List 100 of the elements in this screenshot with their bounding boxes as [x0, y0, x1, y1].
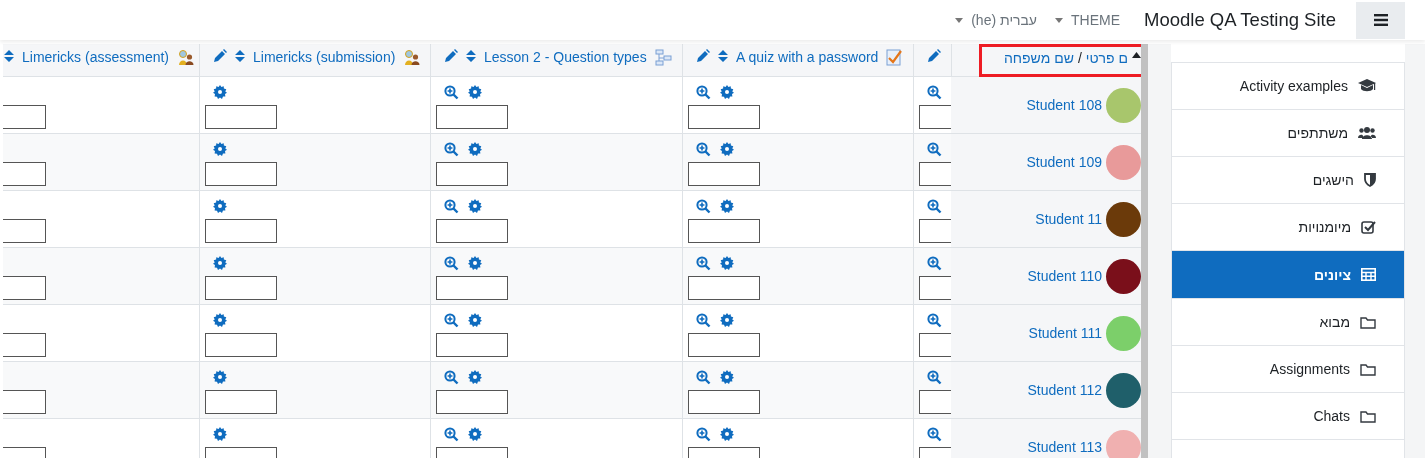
grade-input[interactable]: [205, 219, 277, 243]
settings-icon[interactable]: [213, 256, 227, 270]
sidebar-item[interactable]: Activity examples: [1172, 63, 1404, 110]
grade-input[interactable]: [205, 333, 277, 357]
zoom-in-icon[interactable]: [444, 370, 459, 385]
zoom-in-icon[interactable]: [927, 85, 942, 100]
zoom-in-icon[interactable]: [444, 142, 459, 157]
settings-icon[interactable]: [468, 142, 482, 156]
sort-icon[interactable]: [718, 49, 728, 63]
sidebar-item[interactable]: מבוא: [1172, 299, 1404, 346]
pencil-icon[interactable]: [444, 49, 458, 63]
zoom-in-icon[interactable]: [927, 313, 942, 328]
settings-icon[interactable]: [468, 256, 482, 270]
theme-menu[interactable]: THEME: [1071, 12, 1121, 28]
avatar-circle[interactable]: [1106, 201, 1141, 237]
zoom-in-icon[interactable]: [696, 142, 711, 157]
settings-icon[interactable]: [720, 199, 734, 213]
zoom-in-icon[interactable]: [927, 142, 942, 157]
first-name-sort-link[interactable]: ם פרטי: [1085, 50, 1128, 66]
settings-icon[interactable]: [213, 85, 227, 99]
zoom-in-icon[interactable]: [927, 199, 942, 214]
student-name-link[interactable]: Student 111: [1028, 325, 1102, 341]
grade-input[interactable]: [205, 276, 277, 300]
avatar-circle[interactable]: [1106, 258, 1141, 294]
settings-icon[interactable]: [468, 427, 482, 441]
avatar-circle[interactable]: [1106, 372, 1141, 408]
zoom-in-icon[interactable]: [696, 370, 711, 385]
people-icon: [403, 49, 422, 66]
zoom-in-icon[interactable]: [444, 199, 459, 214]
zoom-in-icon[interactable]: [696, 256, 711, 271]
settings-icon[interactable]: [213, 313, 227, 327]
grade-input[interactable]: [205, 162, 277, 186]
zoom-in-icon[interactable]: [696, 313, 711, 328]
sort-icon[interactable]: [466, 49, 476, 63]
settings-icon[interactable]: [468, 199, 482, 213]
sort-icon[interactable]: [4, 49, 14, 63]
grade-input[interactable]: [688, 333, 760, 357]
grade-input[interactable]: [688, 162, 760, 186]
sidebar-item[interactable]: ציונים: [1172, 251, 1404, 299]
zoom-in-icon[interactable]: [444, 85, 459, 100]
caret-icon[interactable]: [955, 17, 964, 23]
sidebar-item[interactable]: Assignments: [1172, 346, 1404, 393]
zoom-in-icon[interactable]: [444, 427, 459, 442]
caret-icon[interactable]: [1055, 17, 1064, 23]
zoom-in-icon[interactable]: [444, 256, 459, 271]
language-menu[interactable]: עברית (he): [971, 12, 1038, 28]
grade-input[interactable]: [688, 276, 760, 300]
settings-icon[interactable]: [720, 313, 734, 327]
graduation-cap-icon: [1358, 79, 1376, 93]
settings-icon[interactable]: [468, 370, 482, 384]
sidebar-item[interactable]: Chats: [1172, 393, 1404, 440]
site-title[interactable]: Moodle QA Testing Site: [1144, 9, 1336, 31]
grade-input[interactable]: [688, 390, 760, 414]
zoom-in-icon[interactable]: [444, 313, 459, 328]
zoom-in-icon[interactable]: [927, 370, 942, 385]
sort-icon[interactable]: [235, 49, 245, 63]
zoom-in-icon[interactable]: [927, 427, 942, 442]
pencil-icon[interactable]: [213, 49, 227, 63]
settings-icon[interactable]: [213, 142, 227, 156]
settings-icon[interactable]: [720, 370, 734, 384]
settings-icon[interactable]: [720, 142, 734, 156]
pencil-icon[interactable]: [927, 49, 941, 63]
sidebar-item[interactable]: הישגים: [1172, 157, 1404, 204]
settings-icon[interactable]: [720, 256, 734, 270]
grade-input[interactable]: [436, 162, 508, 186]
sidebar-item[interactable]: משתתפים: [1172, 110, 1404, 157]
grade-input[interactable]: [688, 105, 760, 129]
zoom-in-icon[interactable]: [696, 85, 711, 100]
settings-icon[interactable]: [468, 313, 482, 327]
separator-text: /: [1077, 50, 1082, 66]
settings-icon[interactable]: [720, 85, 734, 99]
users-icon: [1358, 126, 1376, 140]
lesson-icon: [654, 49, 672, 66]
settings-icon[interactable]: [720, 427, 734, 441]
student-name-link[interactable]: Student 11: [1035, 211, 1102, 227]
last-name-sort-link[interactable]: שם משפחה: [1004, 50, 1074, 66]
grade-input[interactable]: [436, 105, 508, 129]
grade-input[interactable]: [436, 333, 508, 357]
grade-input[interactable]: [688, 219, 760, 243]
zoom-in-icon[interactable]: [696, 199, 711, 214]
grade-input[interactable]: [436, 276, 508, 300]
grade-input[interactable]: [436, 390, 508, 414]
settings-icon[interactable]: [213, 199, 227, 213]
student-name-link[interactable]: Student 109: [1026, 154, 1102, 170]
grade-input[interactable]: [436, 219, 508, 243]
student-name-link[interactable]: Student 108: [1026, 97, 1102, 113]
menu-button[interactable]: [1356, 1, 1405, 39]
settings-icon[interactable]: [213, 427, 227, 441]
grade-input[interactable]: [205, 105, 277, 129]
pencil-icon[interactable]: [696, 49, 710, 63]
student-name-link[interactable]: Student 110: [1027, 268, 1102, 284]
settings-icon[interactable]: [468, 85, 482, 99]
folder-icon: [1360, 409, 1376, 423]
grade-input[interactable]: [205, 390, 277, 414]
zoom-in-icon[interactable]: [927, 256, 942, 271]
student-name-link[interactable]: Student 112: [1027, 382, 1102, 398]
student-name-link[interactable]: Student 113: [1027, 439, 1102, 455]
settings-icon[interactable]: [213, 370, 227, 384]
zoom-in-icon[interactable]: [696, 427, 711, 442]
scrollbar[interactable]: [1141, 44, 1148, 458]
